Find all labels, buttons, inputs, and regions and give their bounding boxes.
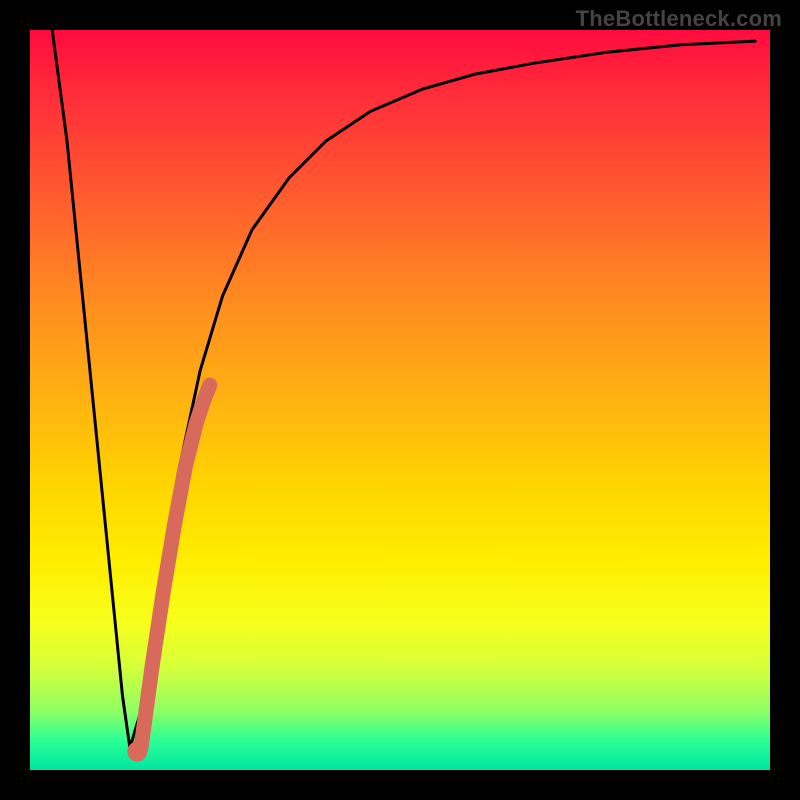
chart-svg	[30, 30, 770, 770]
highlight-segment-path	[137, 385, 210, 751]
watermark-text: TheBottleneck.com	[576, 6, 782, 32]
chart-area	[30, 30, 770, 770]
highlight-endpoint-dot	[127, 742, 147, 762]
